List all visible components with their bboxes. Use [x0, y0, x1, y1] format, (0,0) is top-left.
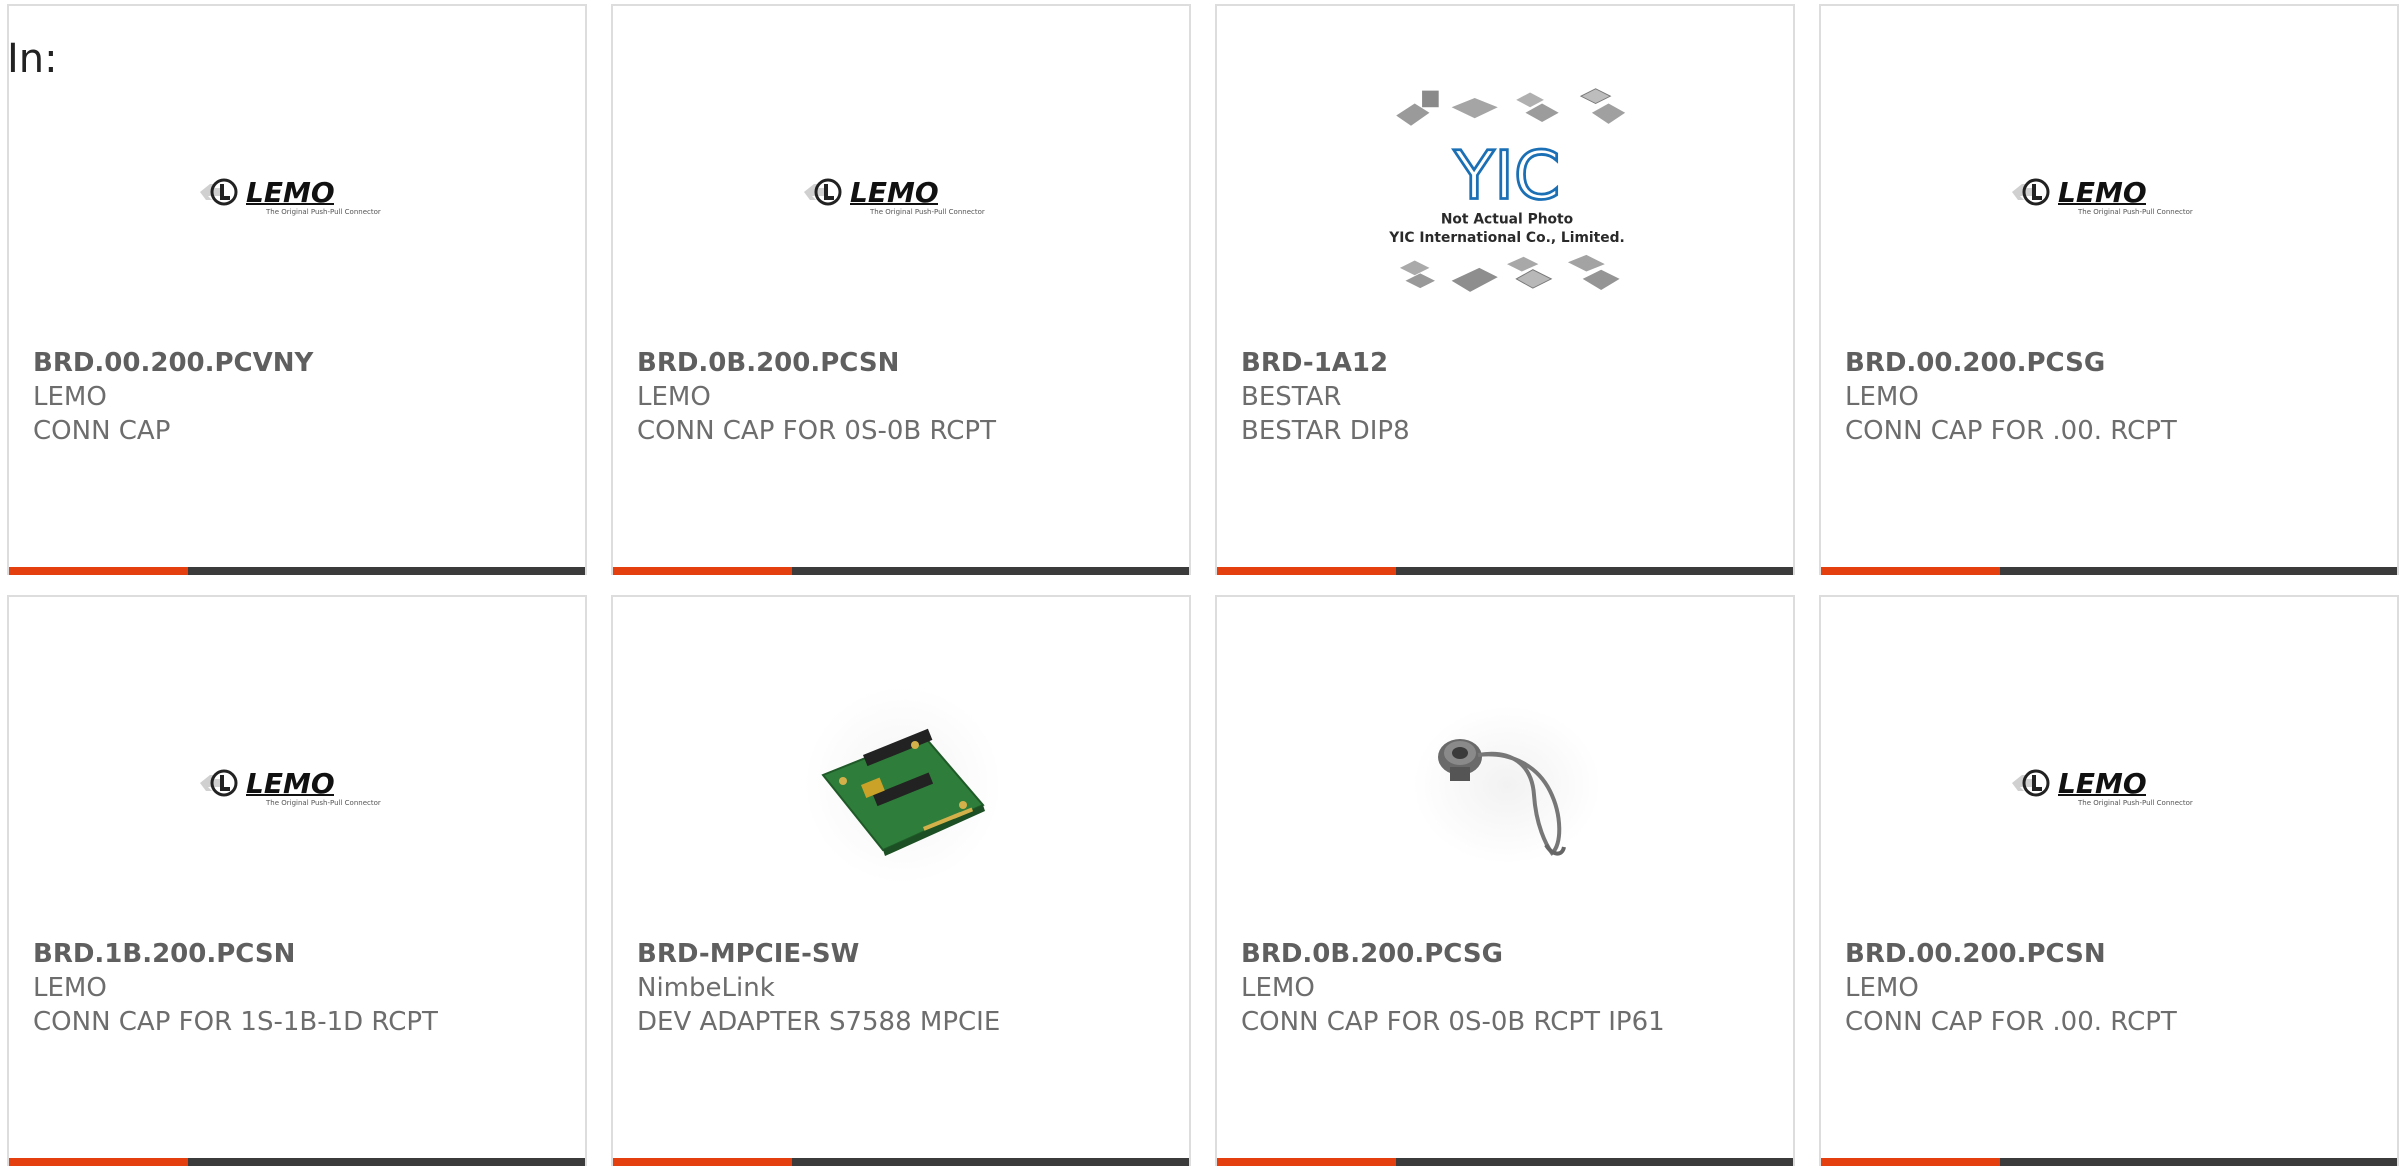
card-footer-accent	[1821, 1158, 2000, 1166]
product-card[interactable]: LEMO The Original Push-Pull Connector BR…	[1819, 595, 2399, 1166]
product-card[interactable]: LEMO The Original Push-Pull Connector BR…	[611, 4, 1191, 575]
product-info: BRD.0B.200.PCSN LEMO CONN CAP FOR 0S-0B …	[637, 346, 1169, 448]
product-image[interactable]	[1387, 665, 1627, 905]
lemo-logo-icon: LEMO The Original Push-Pull Connector	[804, 176, 985, 216]
manufacturer: LEMO	[1241, 973, 1315, 1003]
product-card[interactable]: YIC Not Actual Photo YIC International C…	[1215, 4, 1795, 575]
part-number[interactable]: BRD.00.200.PCSG	[1845, 346, 2377, 380]
in-label: In:	[7, 36, 58, 82]
lemo-logo-icon: LEMO The Original Push-Pull Connector	[200, 767, 381, 807]
card-footer-bar	[1821, 567, 2397, 575]
manufacturer: LEMO	[1845, 973, 1919, 1003]
product-image[interactable]: LEMO The Original Push-Pull Connector	[1991, 74, 2231, 314]
card-footer-bar	[9, 1158, 585, 1166]
card-footer-accent	[9, 1158, 188, 1166]
description: DEV ADAPTER S7588 MPCIE	[637, 1007, 1001, 1037]
svg-text:The Original Push-Pull Connect: The Original Push-Pull Connector	[2077, 799, 2193, 807]
description: CONN CAP FOR 0S-0B RCPT IP61	[1241, 1007, 1665, 1037]
product-image[interactable]: LEMO The Original Push-Pull Connector	[179, 74, 419, 314]
part-number[interactable]: BRD.0B.200.PCSN	[637, 346, 1169, 380]
manufacturer: BESTAR	[1241, 382, 1342, 412]
card-footer-bar	[1821, 1158, 2397, 1166]
description: CONN CAP FOR .00. RCPT	[1845, 1007, 2177, 1037]
card-footer-accent	[1217, 1158, 1396, 1166]
svg-text:The Original Push-Pull Connect: The Original Push-Pull Connector	[265, 799, 381, 807]
description: CONN CAP FOR 0S-0B RCPT	[637, 416, 996, 446]
description: CONN CAP	[33, 416, 171, 446]
product-info: BRD.00.200.PCSG LEMO CONN CAP FOR .00. R…	[1845, 346, 2377, 448]
card-footer-accent	[613, 1158, 792, 1166]
product-image[interactable]: LEMO The Original Push-Pull Connector	[179, 665, 419, 905]
card-footer-bar	[1217, 567, 1793, 575]
card-footer-bar	[1217, 1158, 1793, 1166]
yic-logo-text: YIC	[1453, 137, 1561, 215]
part-number[interactable]: BRD.0B.200.PCSG	[1241, 937, 1773, 971]
product-grid: LEMO The Original Push-Pull Connector BR…	[7, 4, 2399, 1166]
svg-text:The Original Push-Pull Connect: The Original Push-Pull Connector	[869, 208, 985, 216]
card-footer-accent	[1821, 567, 2000, 575]
card-footer-accent	[613, 567, 792, 575]
card-footer-bar	[9, 567, 585, 575]
circuit-board-icon	[803, 685, 1003, 885]
card-footer-bar	[613, 1158, 1189, 1166]
placeholder-line-1: Not Actual Photo	[1441, 212, 1573, 228]
card-footer-bar	[613, 567, 1189, 575]
manufacturer: LEMO	[33, 973, 107, 1003]
product-info: BRD-MPCIE-SW NimbeLink DEV ADAPTER S7588…	[637, 937, 1169, 1039]
part-number[interactable]: BRD.1B.200.PCSN	[33, 937, 565, 971]
lemo-logo-icon: LEMO The Original Push-Pull Connector	[200, 176, 381, 216]
description: CONN CAP FOR .00. RCPT	[1845, 416, 2177, 446]
lemo-logo-icon: LEMO The Original Push-Pull Connector	[2012, 176, 2193, 216]
part-number[interactable]: BRD.00.200.PCSN	[1845, 937, 2377, 971]
product-info: BRD.1B.200.PCSN LEMO CONN CAP FOR 1S-1B-…	[33, 937, 565, 1039]
card-footer-accent	[9, 567, 188, 575]
manufacturer: LEMO	[33, 382, 107, 412]
product-card[interactable]: LEMO The Original Push-Pull Connector BR…	[1819, 4, 2399, 575]
product-info: BRD-1A12 BESTAR BESTAR DIP8	[1241, 346, 1773, 448]
yic-placeholder-icon: YIC Not Actual Photo YIC International C…	[1388, 88, 1626, 292]
lemo-logo-icon: LEMO The Original Push-Pull Connector	[2012, 767, 2193, 807]
description: BESTAR DIP8	[1241, 416, 1410, 446]
manufacturer: LEMO	[637, 382, 711, 412]
product-info: BRD.00.200.PCSN LEMO CONN CAP FOR .00. R…	[1845, 937, 2377, 1039]
manufacturer: LEMO	[1845, 382, 1919, 412]
svg-text:The Original Push-Pull Connect: The Original Push-Pull Connector	[265, 208, 381, 216]
product-image[interactable]: YIC Not Actual Photo YIC International C…	[1387, 74, 1627, 314]
card-footer-accent	[1217, 567, 1396, 575]
description: CONN CAP FOR 1S-1B-1D RCPT	[33, 1007, 438, 1037]
product-image[interactable]	[783, 665, 1023, 905]
part-number[interactable]: BRD-MPCIE-SW	[637, 937, 1169, 971]
product-image[interactable]: LEMO The Original Push-Pull Connector	[783, 74, 1023, 314]
product-image[interactable]: LEMO The Original Push-Pull Connector	[1991, 665, 2231, 905]
product-card[interactable]: BRD-MPCIE-SW NimbeLink DEV ADAPTER S7588…	[611, 595, 1191, 1166]
product-info: BRD.00.200.PCVNY LEMO CONN CAP	[33, 346, 565, 448]
manufacturer: NimbeLink	[637, 973, 775, 1003]
product-card[interactable]: BRD.0B.200.PCSG LEMO CONN CAP FOR 0S-0B …	[1215, 595, 1795, 1166]
product-card[interactable]: LEMO The Original Push-Pull Connector BR…	[7, 4, 587, 575]
part-number[interactable]: BRD-1A12	[1241, 346, 1773, 380]
svg-text:The Original Push-Pull Connect: The Original Push-Pull Connector	[2077, 208, 2193, 216]
product-card[interactable]: LEMO The Original Push-Pull Connector BR…	[7, 595, 587, 1166]
part-number[interactable]: BRD.00.200.PCVNY	[33, 346, 565, 380]
product-info: BRD.0B.200.PCSG LEMO CONN CAP FOR 0S-0B …	[1241, 937, 1773, 1039]
connector-cap-icon	[1412, 705, 1602, 865]
placeholder-line-2: YIC International Co., Limited.	[1388, 230, 1624, 246]
